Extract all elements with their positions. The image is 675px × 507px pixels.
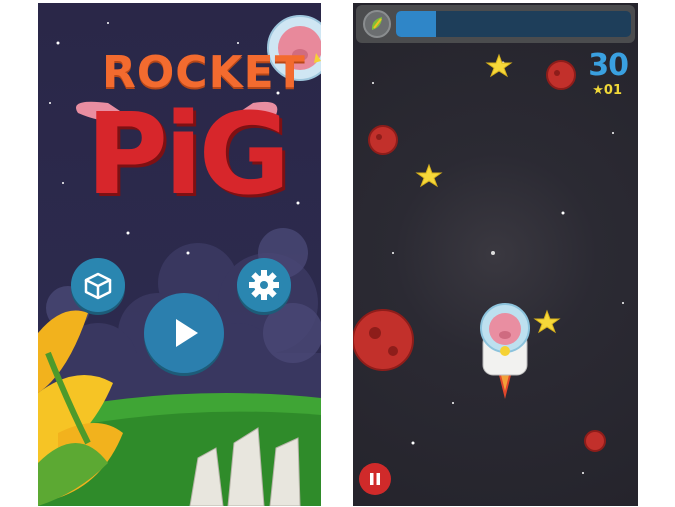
gear-icon	[249, 270, 279, 300]
pause-icon	[370, 473, 380, 485]
pause-button[interactable]	[359, 463, 391, 495]
rocket-pig	[480, 303, 530, 399]
play-icon	[176, 319, 198, 347]
title-pig: PiG	[86, 90, 290, 220]
play-button[interactable]	[144, 293, 224, 373]
settings-button[interactable]	[237, 258, 291, 312]
box-icon	[84, 272, 112, 300]
fuel-progress-bar	[396, 11, 631, 37]
leaf-coin-icon	[363, 10, 391, 38]
game-screen: 30 ★01	[353, 3, 638, 506]
stars-count: ★01	[592, 83, 622, 98]
shop-box-button[interactable]	[71, 258, 125, 312]
score: 30	[588, 48, 629, 83]
menu-screen: ROCKET PiG	[38, 3, 321, 506]
fuel-progress-fill	[396, 11, 436, 37]
hud-bar	[356, 5, 635, 43]
